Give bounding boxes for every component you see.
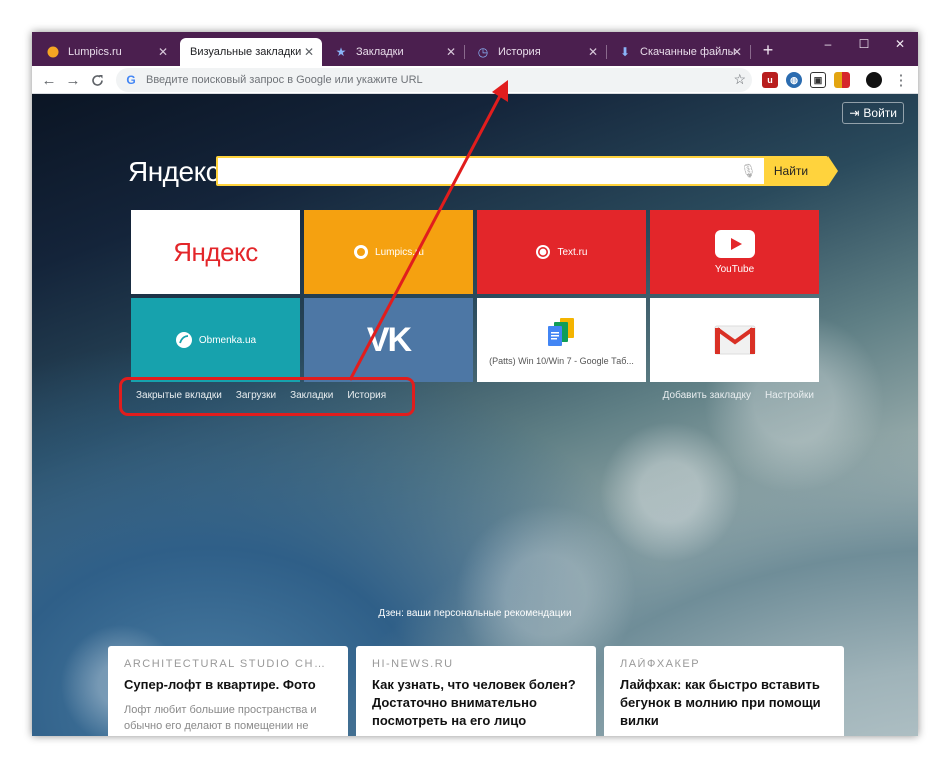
tile-youtube[interactable]: YouTube (650, 210, 819, 294)
browser-toolbar: ← → G ☆ u ◍ ▣ ⋮ (32, 66, 918, 94)
gmail-icon (714, 325, 755, 355)
tab-strip: Lumpics.ru ✕ Визуальные закладки ✕ ★ Зак… (32, 32, 918, 66)
dzen-card[interactable]: HI-NEWS.RU Как узнать, что человек болен… (356, 646, 596, 736)
tab-label: Визуальные закладки (190, 46, 302, 58)
card-source: ЛАЙФХАКЕР (620, 658, 701, 670)
tab-label: История (498, 46, 541, 58)
tab-separator (606, 45, 607, 59)
card-title: Лайфхак: как быстро вставить бегунок в м… (620, 677, 821, 728)
forward-arrow-icon: → (65, 71, 81, 89)
card-description: Лофт любит большие пространства и обычно… (124, 704, 317, 732)
history-icon: ◷ (477, 45, 489, 59)
back-button[interactable]: ← (38, 69, 60, 91)
visual-bookmarks-grid: Яндекс Lumpics.ru Text.ru YouTube Obmenk… (131, 210, 819, 382)
tile-label: Яндекс (173, 236, 258, 267)
youtube-play-icon (714, 229, 755, 258)
tab-history[interactable]: ◷ История ✕ (466, 38, 606, 66)
address-bar[interactable]: G ☆ (116, 68, 752, 92)
obmenka-icon (175, 332, 192, 348)
tab-separator (464, 45, 465, 59)
bookmark-star-icon[interactable]: ☆ (733, 71, 746, 88)
tab-close-icon[interactable]: ✕ (446, 45, 456, 59)
globe-icon[interactable]: ◍ (786, 72, 802, 88)
search-button[interactable]: Найти (766, 158, 816, 184)
tile-obmenka[interactable]: Obmenka.ua (131, 298, 300, 382)
tab-close-icon[interactable]: ✕ (732, 45, 742, 59)
bottom-right-links: Добавить закладку Настройки (663, 390, 814, 401)
tab-close-icon[interactable]: ✕ (304, 45, 314, 59)
tile-label: Obmenka.ua (198, 334, 257, 346)
tile-gmail[interactable] (650, 298, 819, 382)
tile-textru[interactable]: Text.ru (477, 210, 646, 294)
tile-google-sheets[interactable]: (Patts) Win 10/Win 7 - Google Таб... (477, 298, 646, 382)
dzen-card[interactable]: ARCHITECTURAL STUDIO CHA... Супер-лофт в… (108, 646, 348, 736)
tab-label: Закладки (356, 46, 404, 58)
maximize-button[interactable]: ☐ (846, 32, 882, 56)
tab-lumpics[interactable]: Lumpics.ru ✕ (36, 38, 176, 66)
card-title: Как узнать, что человек болен? Достаточн… (372, 677, 576, 728)
copyright-icon (536, 245, 551, 259)
search-button-arrow (828, 156, 838, 186)
tab-separator (750, 45, 751, 59)
dzen-card[interactable]: ЛАЙФХАКЕР Лайфхак: как быстро вставить б… (604, 646, 844, 736)
tab-close-icon[interactable]: ✕ (158, 45, 168, 59)
login-button[interactable]: ⇥ Войти (842, 102, 904, 124)
forward-button[interactable]: → (62, 69, 84, 91)
card-source: HI-NEWS.RU (372, 658, 454, 670)
new-tab-button[interactable]: + (756, 38, 780, 62)
tile-label: Text.ru (557, 246, 588, 258)
dzen-caption: Дзен: ваши персональные рекомендации (378, 608, 572, 619)
search-input[interactable] (218, 158, 764, 184)
tile-lumpics[interactable]: Lumpics.ru (304, 210, 473, 294)
yandex-logo: Яндекс (128, 156, 220, 187)
reload-icon (91, 74, 103, 86)
back-arrow-icon: ← (41, 71, 57, 89)
lumpics-favicon (46, 45, 60, 59)
tile-label: (Patts) Win 10/Win 7 - Google Таб... (489, 356, 634, 366)
close-window-button[interactable]: ✕ (882, 32, 918, 56)
reload-button[interactable] (86, 69, 108, 91)
card-title: Супер-лофт в квартире. Фото (124, 677, 316, 692)
tile-yandex[interactable]: Яндекс (131, 210, 300, 294)
browser-window: Lumpics.ru ✕ Визуальные закладки ✕ ★ Зак… (32, 32, 918, 736)
new-tab-page: ⇥ Войти Яндекс 🎙 Найти Яндекс Lumpics.ru… (32, 94, 918, 736)
cube-icon[interactable]: ▣ (810, 72, 826, 88)
omnibox-input[interactable] (146, 74, 726, 86)
tile-vk[interactable]: VK (304, 298, 473, 382)
yandex-search-bar: 🎙 Найти (216, 156, 838, 186)
tab-downloads[interactable]: ⬇ Скачанные файлы ✕ (608, 38, 750, 66)
tab-bookmarks[interactable]: ★ Закладки ✕ (324, 38, 464, 66)
tile-label: YouTube (714, 263, 755, 275)
login-icon: ⇥ (849, 106, 860, 120)
google-docs-icon (547, 318, 574, 346)
tab-close-icon[interactable]: ✕ (588, 45, 598, 59)
star-icon: ★ (335, 45, 347, 59)
tab-label: Скачанные файлы (640, 46, 736, 58)
annotation-highlight-box (119, 377, 415, 416)
google-icon: G (126, 73, 136, 87)
card-source: ARCHITECTURAL STUDIO CHA... (124, 658, 332, 670)
ublock-icon[interactable]: u (762, 72, 778, 88)
microphone-icon[interactable]: 🎙 (740, 163, 757, 179)
link-settings[interactable]: Настройки (765, 390, 814, 401)
lumpics-icon (354, 245, 369, 259)
kebab-menu-icon: ⋮ (893, 72, 909, 89)
bookmark-flag-icon[interactable] (834, 72, 850, 88)
vk-logo-icon: VK (366, 320, 412, 359)
link-add-bookmark[interactable]: Добавить закладку (663, 390, 751, 401)
tile-label: Lumpics.ru (375, 246, 424, 258)
tab-label: Lumpics.ru (68, 46, 122, 58)
login-label: Войти (863, 106, 897, 120)
minimize-button[interactable]: – (810, 32, 846, 56)
download-icon: ⬇ (619, 45, 631, 59)
menu-button[interactable]: ⋮ (890, 69, 912, 91)
tab-visual-bookmarks[interactable]: Визуальные закладки ✕ (180, 38, 322, 66)
profile-avatar[interactable] (866, 72, 882, 88)
